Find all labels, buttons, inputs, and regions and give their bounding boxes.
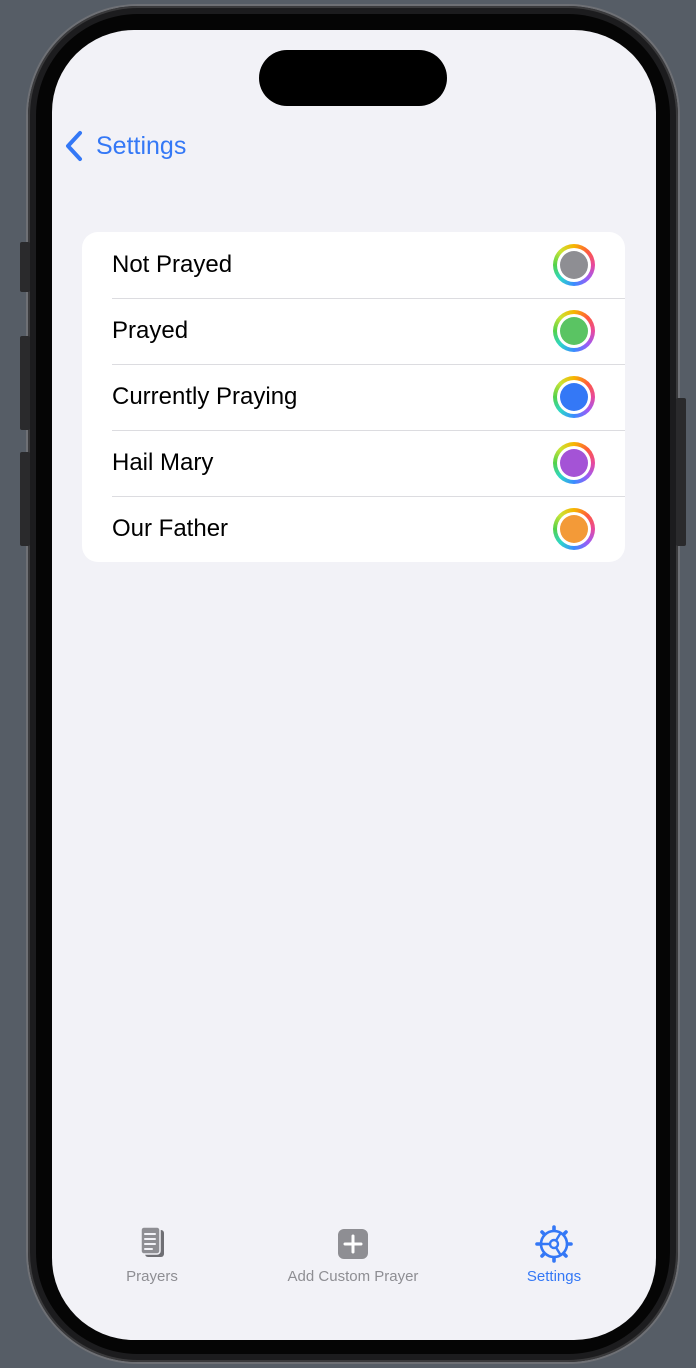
tab-settings[interactable]: Settings bbox=[454, 1216, 654, 1296]
color-swatch bbox=[560, 251, 588, 279]
status-row-our-father: Our Father bbox=[82, 496, 625, 562]
status-row-hail-mary: Hail Mary bbox=[82, 430, 625, 496]
tab-bar: Prayers Add Custom Prayer Settings bbox=[52, 1216, 656, 1296]
tab-label: Settings bbox=[526, 1268, 582, 1285]
color-picker-well[interactable] bbox=[553, 244, 595, 286]
power-button bbox=[676, 398, 686, 546]
volume-down-button bbox=[20, 452, 30, 546]
status-label: Our Father bbox=[112, 515, 229, 542]
back-button[interactable]: Settings bbox=[64, 126, 186, 166]
tab-add-custom-prayer[interactable]: Add Custom Prayer bbox=[253, 1216, 453, 1296]
screen: Settings Not Prayed Prayed Currently Pra… bbox=[52, 30, 656, 1340]
volume-up-button bbox=[20, 336, 30, 430]
color-swatch bbox=[560, 383, 588, 411]
color-picker-well[interactable] bbox=[553, 376, 595, 418]
status-row-prayed: Prayed bbox=[82, 298, 625, 364]
action-button bbox=[20, 242, 30, 292]
status-label: Not Prayed bbox=[112, 251, 233, 278]
chevron-left-icon bbox=[66, 131, 82, 161]
tab-label: Add Custom Prayer bbox=[287, 1268, 419, 1285]
status-label: Currently Praying bbox=[112, 383, 298, 410]
color-picker-well[interactable] bbox=[553, 310, 595, 352]
tab-prayers[interactable]: Prayers bbox=[52, 1216, 252, 1296]
plus-square-icon bbox=[338, 1229, 368, 1259]
gear-icon bbox=[535, 1225, 573, 1263]
status-label: Prayed bbox=[112, 317, 189, 344]
status-row-not-prayed: Not Prayed bbox=[82, 232, 625, 298]
color-swatch bbox=[560, 449, 588, 477]
color-picker-well[interactable] bbox=[553, 508, 595, 550]
dynamic-island bbox=[259, 50, 447, 106]
back-button-label: Settings bbox=[96, 131, 187, 160]
document-icon bbox=[140, 1226, 164, 1257]
color-swatch bbox=[560, 515, 588, 543]
tab-label: Prayers bbox=[126, 1268, 178, 1285]
status-color-list: Not Prayed Prayed Currently Praying Hail… bbox=[82, 232, 625, 562]
color-swatch bbox=[560, 317, 588, 345]
status-label: Hail Mary bbox=[112, 449, 214, 476]
color-picker-well[interactable] bbox=[553, 442, 595, 484]
status-row-currently-praying: Currently Praying bbox=[82, 364, 625, 430]
